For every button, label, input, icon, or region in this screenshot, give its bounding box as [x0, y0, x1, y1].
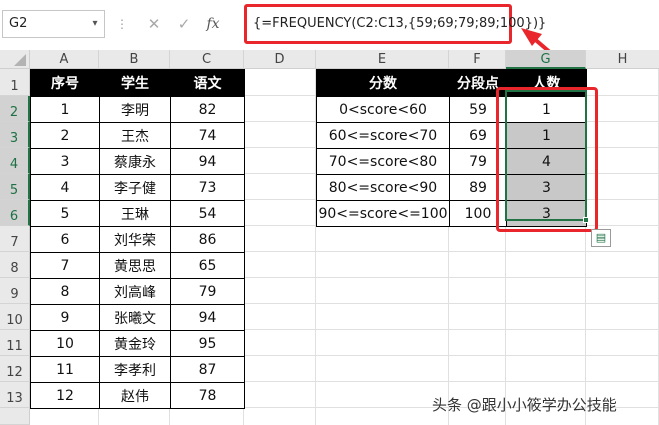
score-cell[interactable]: 4 — [30, 174, 100, 201]
score-cell[interactable]: 73 — [170, 174, 245, 201]
score-cell[interactable]: 87 — [170, 356, 245, 383]
fill-handle[interactable] — [583, 217, 589, 223]
corner-triangle-icon — [14, 54, 26, 66]
row-header-9[interactable]: 9 — [0, 278, 30, 304]
frequency-cell[interactable]: 70<=score<80 — [316, 148, 450, 175]
watermark: 头条 @跟小小筱学办公技能 — [432, 396, 617, 414]
score-cell[interactable]: 1 — [30, 96, 100, 123]
score-cell[interactable]: 黄思思 — [99, 252, 171, 279]
frequency-cell[interactable]: 80<=score<90 — [316, 174, 450, 201]
score-cell[interactable]: 79 — [170, 278, 245, 305]
row-header-6[interactable]: 6 — [0, 200, 30, 226]
score-cell[interactable]: 78 — [170, 382, 245, 409]
score-cell[interactable]: 王琳 — [99, 200, 171, 227]
score-cell[interactable]: 王杰 — [99, 122, 171, 149]
score-cell[interactable]: 7 — [30, 252, 100, 279]
column-header-c[interactable]: C — [170, 50, 244, 69]
frequency-cell[interactable]: 60<=score<70 — [316, 122, 450, 149]
score-cell[interactable]: 李明 — [99, 96, 171, 123]
score-cell[interactable]: 2 — [30, 122, 100, 149]
score-cell[interactable]: 刘华荣 — [99, 226, 171, 253]
score-header-cell[interactable]: 学生 — [99, 69, 171, 97]
column-header-f[interactable]: F — [449, 50, 506, 69]
score-cell[interactable]: 54 — [170, 200, 245, 227]
annotation-highlight-box — [496, 87, 598, 232]
row-header-10[interactable]: 10 — [0, 304, 30, 330]
row-header-empty — [0, 408, 30, 425]
score-cell[interactable]: 94 — [170, 304, 245, 331]
score-cell[interactable]: 65 — [170, 252, 245, 279]
score-cell[interactable]: 5 — [30, 200, 100, 227]
column-header-g[interactable]: G — [506, 50, 586, 69]
score-cell[interactable]: 11 — [30, 356, 100, 383]
score-cell[interactable]: 10 — [30, 330, 100, 357]
row-header-1[interactable]: 1 — [0, 69, 30, 96]
column-header-d[interactable]: D — [244, 50, 316, 69]
score-cell[interactable]: 李子健 — [99, 174, 171, 201]
quick-analysis-icon[interactable]: ▤ — [591, 229, 611, 247]
score-cell[interactable]: 蔡康永 — [99, 148, 171, 175]
row-header-3[interactable]: 3 — [0, 122, 30, 148]
score-cell[interactable]: 8 — [30, 278, 100, 305]
score-cell[interactable]: 86 — [170, 226, 245, 253]
frequency-cell[interactable]: 0<score<60 — [316, 96, 450, 123]
score-header-cell[interactable]: 语文 — [170, 69, 245, 97]
score-cell[interactable]: 9 — [30, 304, 100, 331]
score-cell[interactable]: 12 — [30, 382, 100, 409]
score-cell[interactable]: 6 — [30, 226, 100, 253]
column-header-b[interactable]: B — [99, 50, 170, 69]
score-cell[interactable]: 张曦文 — [99, 304, 171, 331]
row-header-4[interactable]: 4 — [0, 148, 30, 174]
row-header-8[interactable]: 8 — [0, 252, 30, 278]
column-header-e[interactable]: E — [316, 50, 449, 69]
row-header-11[interactable]: 11 — [0, 330, 30, 356]
select-all-corner[interactable] — [0, 50, 30, 69]
score-cell[interactable]: 95 — [170, 330, 245, 357]
score-cell[interactable]: 黄金玲 — [99, 330, 171, 357]
score-cell[interactable]: 82 — [170, 96, 245, 123]
score-cell[interactable]: 74 — [170, 122, 245, 149]
row-header-2[interactable]: 2 — [0, 96, 30, 122]
column-header-h[interactable]: H — [586, 50, 659, 69]
row-header-7[interactable]: 7 — [0, 226, 30, 252]
score-header-cell[interactable]: 序号 — [30, 69, 100, 97]
frequency-header-cell[interactable]: 分数 — [316, 69, 450, 97]
row-header-13[interactable]: 13 — [0, 382, 30, 408]
score-cell[interactable]: 赵伟 — [99, 382, 171, 409]
row-header-5[interactable]: 5 — [0, 174, 30, 200]
score-cell[interactable]: 刘高峰 — [99, 278, 171, 305]
score-cell[interactable]: 3 — [30, 148, 100, 175]
column-header-a[interactable]: A — [30, 50, 99, 69]
score-cell[interactable]: 李孝利 — [99, 356, 171, 383]
frequency-cell[interactable]: 90<=score<=100 — [316, 200, 450, 227]
row-header-12[interactable]: 12 — [0, 356, 30, 382]
score-cell[interactable]: 94 — [170, 148, 245, 175]
